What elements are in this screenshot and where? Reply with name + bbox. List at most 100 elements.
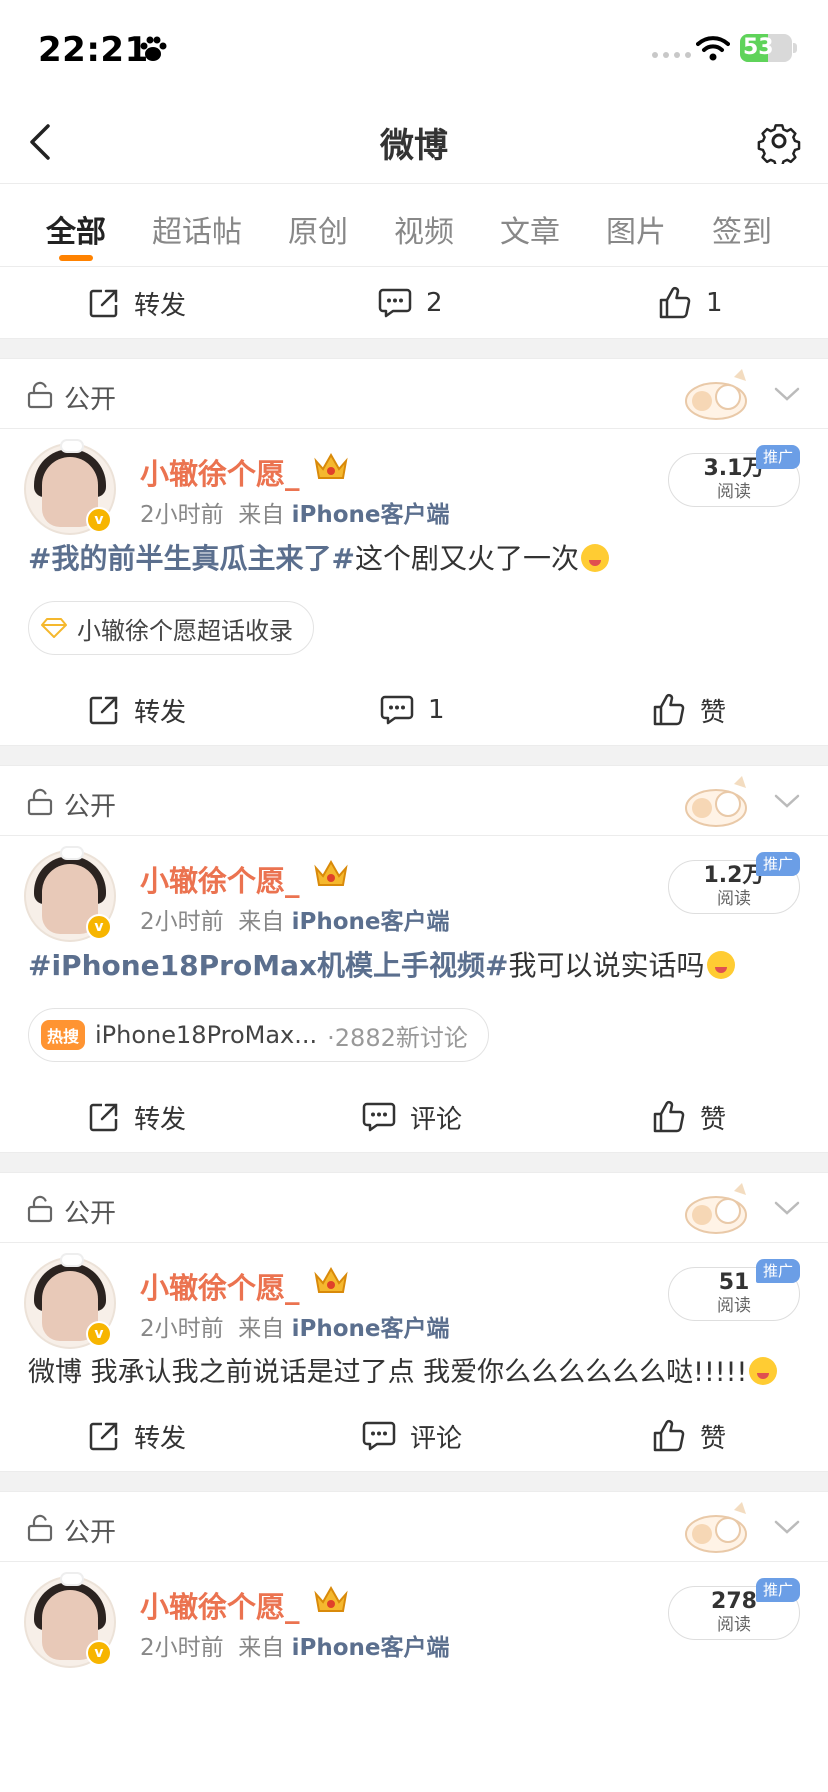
comment-button[interactable]: 评论 (362, 1401, 462, 1471)
author-name[interactable]: 小辙徐个愿_ (140, 1265, 300, 1307)
post-header: v 小辙徐个愿_ 2小时前 来自 iPhone客户端 3.1万 阅读 推广 (0, 429, 828, 535)
wifi-icon (696, 36, 730, 61)
tab-checkin[interactable]: 签到 (712, 207, 772, 251)
chevron-down-icon[interactable] (774, 1516, 800, 1538)
tab-images[interactable]: 图片 (606, 207, 666, 251)
post-meta: 2小时前 来自 iPhone客户端 (140, 495, 449, 529)
repost-button[interactable]: 转发 (88, 268, 186, 338)
post-card: 公开 v 小辙徐个愿_ 2小时前 来自 iPhone客户端 1.2万 阅读 推广 … (0, 766, 828, 1152)
thumbs-up-icon (653, 1101, 685, 1133)
nav-bar: 微博 (0, 100, 828, 184)
tab-supertopic-posts[interactable]: 超话帖 (152, 207, 242, 251)
repost-button[interactable]: 转发 (88, 1082, 186, 1152)
battery-icon: 53 (740, 34, 792, 62)
comment-button[interactable]: 评论 (362, 1082, 462, 1152)
topic-link[interactable]: #iPhone18ProMax机模上手视频# (28, 949, 509, 982)
promote-badge[interactable]: 推广 (756, 1578, 800, 1602)
repost-button[interactable]: 转发 (88, 675, 186, 745)
like-button[interactable]: 赞 (652, 1401, 726, 1471)
repost-label: 转发 (134, 1104, 187, 1135)
like-button[interactable]: 1 (658, 268, 723, 338)
author-name[interactable]: 小辙徐个愿_ (140, 858, 300, 900)
gear-icon[interactable] (756, 118, 802, 164)
post-time: 2小时前 (140, 909, 224, 935)
repost-button[interactable]: 转发 (88, 1401, 186, 1471)
read-label: 阅读 (717, 889, 751, 909)
post-card: 公开 v 小辙徐个愿_ 2小时前 来自 iPhone客户端 278 阅读 推广 (0, 1492, 828, 1668)
repost-label: 转发 (134, 290, 187, 321)
cartoon-decoration-icon (685, 369, 747, 420)
hot-search-tag: 热搜 (41, 1020, 86, 1050)
avatar[interactable]: v (24, 1572, 116, 1668)
visibility-label: 公开 (64, 1518, 117, 1548)
share-box-icon (89, 289, 118, 318)
tab-all[interactable]: 全部 (46, 207, 106, 251)
post-source[interactable]: iPhone客户端 (292, 1635, 450, 1661)
hot-search-chip[interactable]: 热搜 iPhone18ProMax... ·2882新讨论 (28, 1008, 489, 1062)
thumbs-up-icon (653, 694, 685, 726)
author-name[interactable]: 小辙徐个愿_ (140, 1584, 300, 1626)
post-meta: 2小时前 来自 iPhone客户端 (140, 1309, 449, 1343)
like-count: 1 (706, 288, 723, 318)
tab-original[interactable]: 原创 (288, 207, 348, 251)
avatar[interactable]: v (24, 846, 116, 942)
tab-articles[interactable]: 文章 (500, 207, 560, 251)
status-bar: 22:21 53 (0, 0, 828, 100)
speech-bubble-icon (362, 1102, 396, 1132)
repost-label: 转发 (134, 697, 187, 728)
comment-label: 评论 (410, 1423, 463, 1454)
post-source[interactable]: iPhone客户端 (292, 909, 450, 935)
supertopic-chip[interactable]: 小辙徐个愿超话收录 (28, 601, 314, 655)
promote-badge[interactable]: 推广 (756, 852, 800, 876)
visibility-row: 公开 (0, 766, 828, 836)
post-header: v 小辙徐个愿_ 2小时前 来自 iPhone客户端 278 阅读 推广 (0, 1562, 828, 1668)
post-action-bar: 转发 2 1 (0, 268, 828, 338)
post-header: v 小辙徐个愿_ 2小时前 来自 iPhone客户端 1.2万 阅读 推广 (0, 836, 828, 942)
comment-label: 评论 (410, 1104, 463, 1135)
post-text: #我的前半生真瓜主来了#这个剧又火了一次 (0, 529, 828, 587)
visibility-row: 公开 (0, 1173, 828, 1243)
comment-button[interactable]: 1 (380, 675, 445, 745)
hot-search-topic: iPhone18ProMax... (95, 1021, 318, 1049)
tab-video[interactable]: 视频 (394, 207, 454, 251)
post-time: 2小时前 (140, 1316, 224, 1342)
comment-button[interactable]: 2 (378, 268, 443, 338)
author-name[interactable]: 小辙徐个愿_ (140, 451, 300, 493)
post-source[interactable]: iPhone客户端 (292, 1316, 450, 1342)
cartoon-decoration-icon (685, 1183, 747, 1234)
avatar[interactable]: v (24, 439, 116, 535)
share-box-icon (89, 1422, 118, 1451)
post-meta: 2小时前 来自 iPhone客户端 (140, 1628, 449, 1662)
discussion-count: ·2882新讨论 (327, 1023, 468, 1052)
unlock-icon (27, 1195, 53, 1223)
share-box-icon (89, 696, 118, 725)
like-button[interactable]: 赞 (652, 675, 726, 745)
filter-tabs: 全部 超话帖 原创 视频 文章 图片 签到 (0, 185, 828, 267)
chevron-down-icon[interactable] (774, 1197, 800, 1219)
thumbs-up-icon (659, 287, 691, 319)
post-body: 我可以说实话吗 (508, 949, 705, 982)
verified-badge-icon: v (86, 1640, 112, 1666)
like-button[interactable]: 赞 (652, 1082, 726, 1152)
supertopic-label: 小辙徐个愿超话收录 (77, 616, 293, 645)
topic-link[interactable]: #我的前半生真瓜主来了# (28, 542, 355, 575)
visibility-row: 公开 (0, 1492, 828, 1562)
cartoon-decoration-icon (685, 1502, 747, 1553)
visibility-row: 公开 (0, 359, 828, 429)
chevron-down-icon[interactable] (774, 383, 800, 405)
crown-icon (314, 1266, 348, 1293)
paw-icon (140, 36, 167, 61)
avatar[interactable]: v (24, 1253, 116, 1349)
crown-icon (314, 1585, 348, 1612)
chevron-down-icon[interactable] (774, 790, 800, 812)
post-source[interactable]: iPhone客户端 (292, 502, 450, 528)
promote-badge[interactable]: 推广 (756, 445, 800, 469)
post-feed: 转发 2 1 公开 v 小辙徐个愿_ 2小时前 来自 iPhone客户端 3.1… (0, 268, 828, 1668)
from-prefix: 来自 (238, 909, 285, 935)
read-label: 阅读 (717, 1615, 751, 1635)
like-label: 赞 (700, 1104, 727, 1135)
feed-divider (0, 1152, 828, 1173)
crown-icon (314, 859, 348, 886)
repost-label: 转发 (134, 1423, 187, 1454)
promote-badge[interactable]: 推广 (756, 1259, 800, 1283)
